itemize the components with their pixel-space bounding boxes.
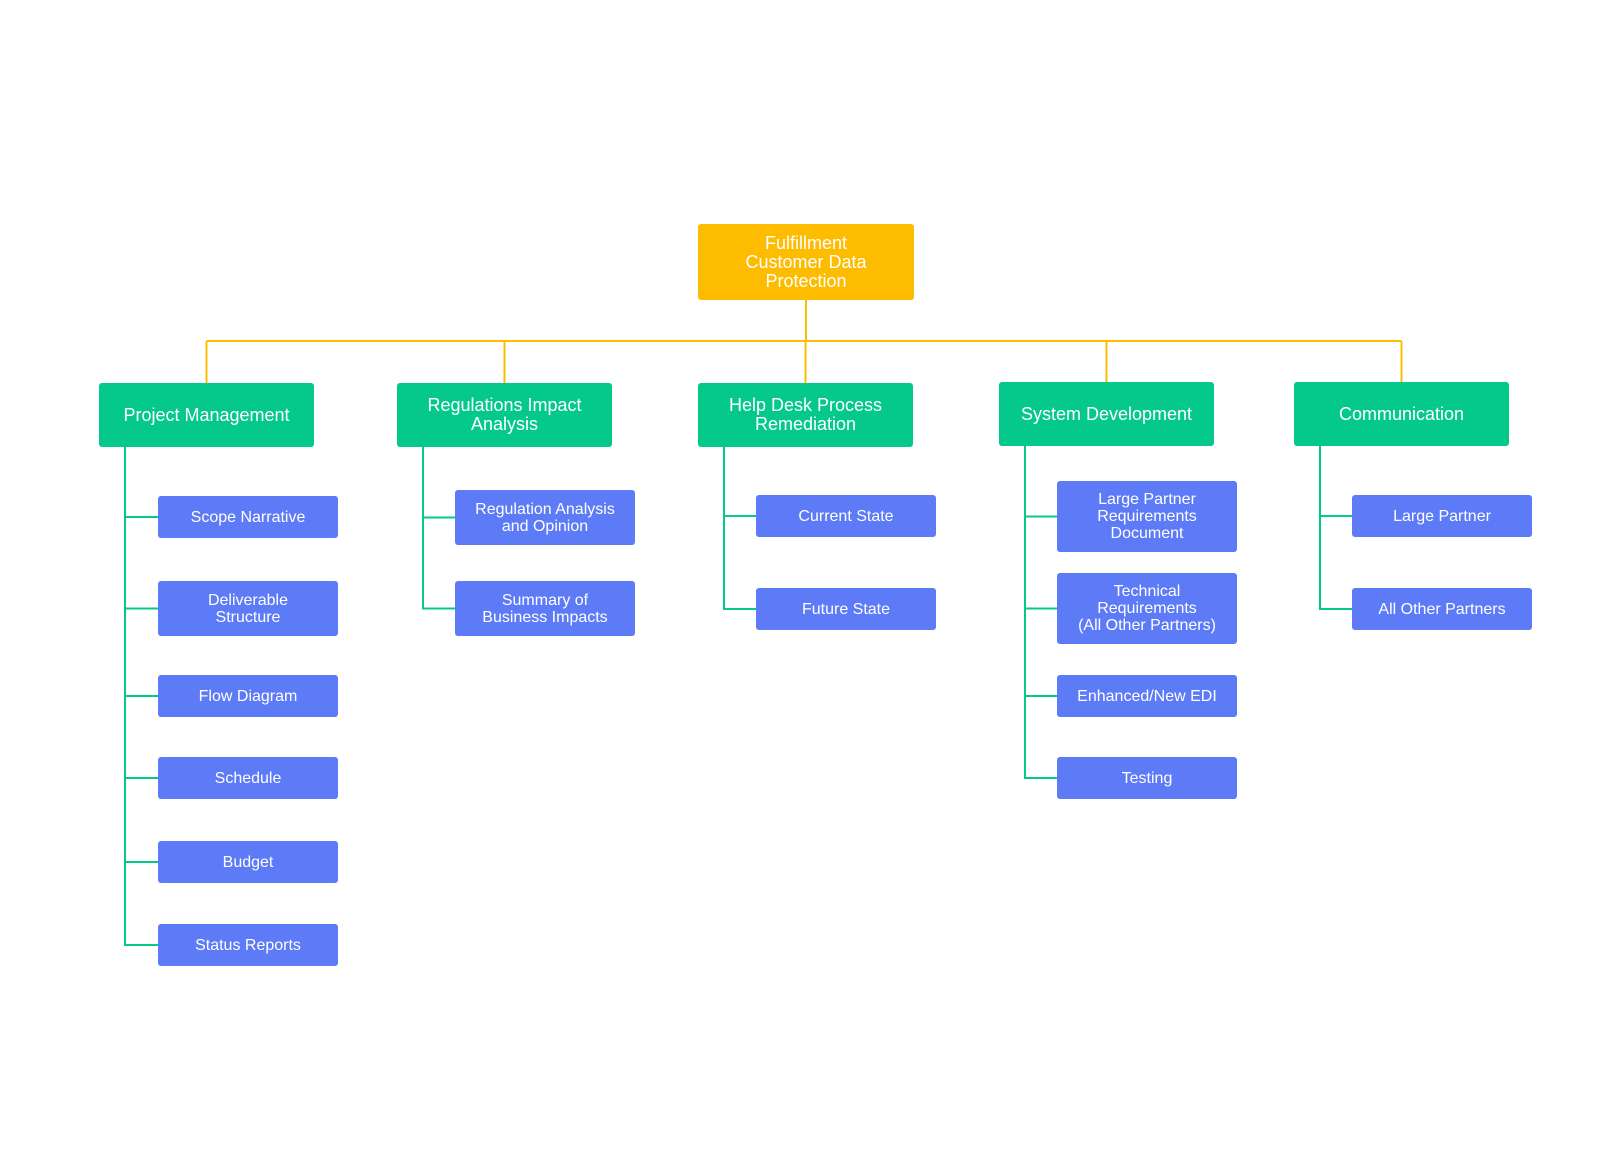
task-enhanced-new-edi[interactable]: Enhanced/New EDI bbox=[1057, 675, 1237, 717]
task-summary-of-business-impacts[interactable]: Summary of Business Impacts bbox=[455, 581, 635, 636]
category-project-management[interactable]: Project Management bbox=[99, 383, 314, 447]
root-node[interactable]: Fulfillment Customer Data Protection bbox=[698, 224, 914, 300]
task-all-other-partners[interactable]: All Other Partners bbox=[1352, 588, 1532, 630]
connector-lines bbox=[124, 300, 1403, 946]
category-help-desk-process-remediation[interactable]: Help Desk Process Remediation bbox=[698, 383, 913, 447]
task-technical-requirements[interactable]: Technical Requirements (All Other Partne… bbox=[1057, 573, 1237, 644]
category-communication[interactable]: Communication bbox=[1294, 382, 1509, 446]
task-current-state[interactable]: Current State bbox=[756, 495, 936, 537]
task-large-partner-requirements-document[interactable]: Large Partner Requirements Document bbox=[1057, 481, 1237, 552]
task-status-reports[interactable]: Status Reports bbox=[158, 924, 338, 966]
task-future-state[interactable]: Future State bbox=[756, 588, 936, 630]
task-budget[interactable]: Budget bbox=[158, 841, 338, 883]
category-system-development[interactable]: System Development bbox=[999, 382, 1214, 446]
task-deliverable-structure[interactable]: Deliverable Structure bbox=[158, 581, 338, 636]
task-regulation-analysis-and-opinion[interactable]: Regulation Analysis and Opinion bbox=[455, 490, 635, 545]
task-testing[interactable]: Testing bbox=[1057, 757, 1237, 799]
task-flow-diagram[interactable]: Flow Diagram bbox=[158, 675, 338, 717]
category-regulations-impact-analysis[interactable]: Regulations Impact Analysis bbox=[397, 383, 612, 447]
task-scope-narrative[interactable]: Scope Narrative bbox=[158, 496, 338, 538]
task-large-partner[interactable]: Large Partner bbox=[1352, 495, 1532, 537]
task-schedule[interactable]: Schedule bbox=[158, 757, 338, 799]
